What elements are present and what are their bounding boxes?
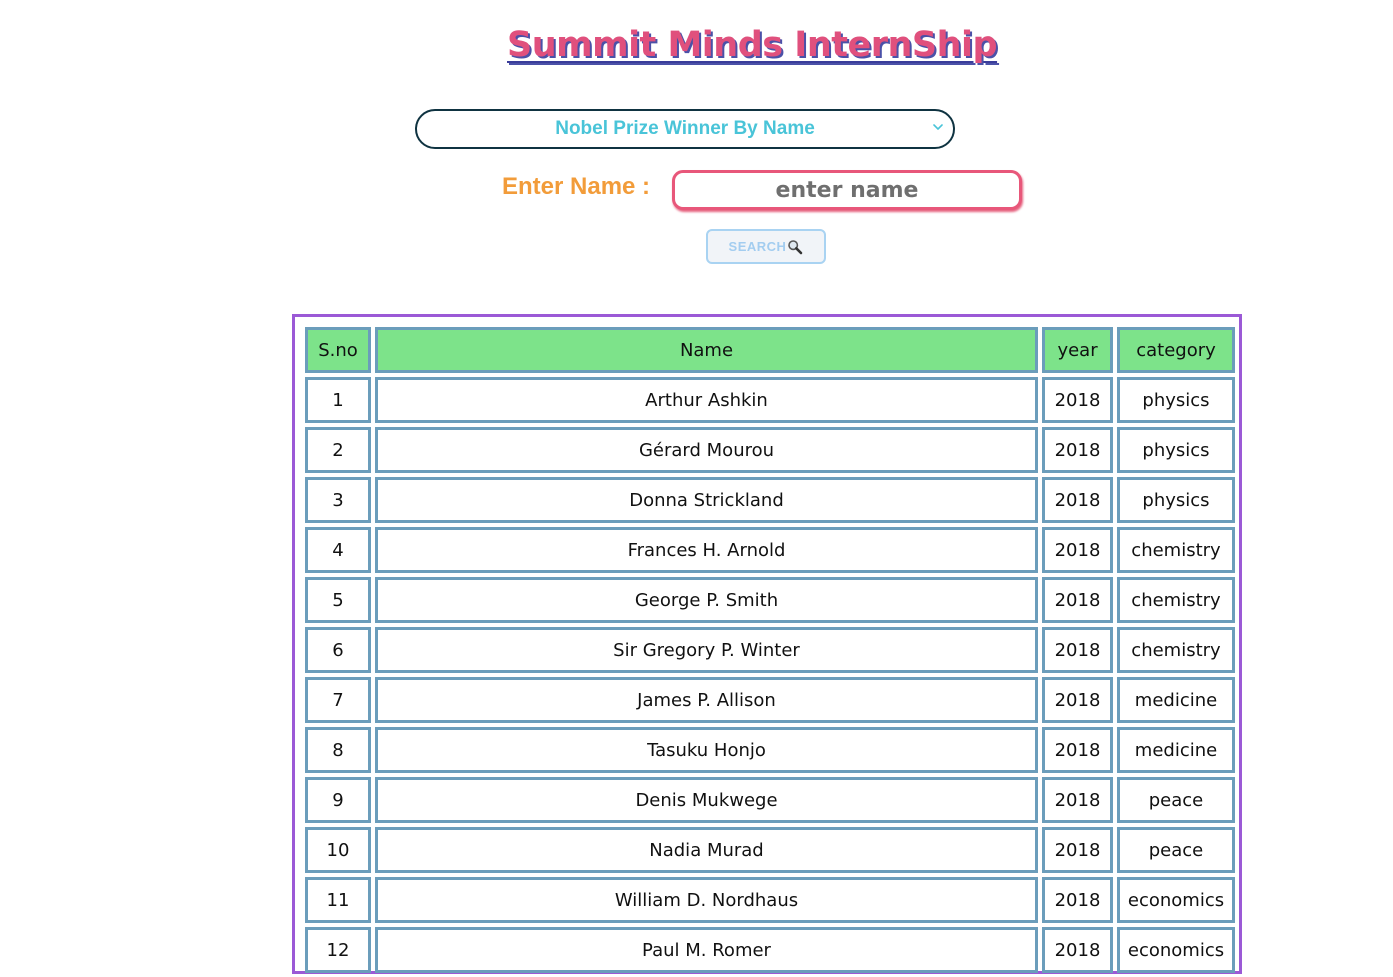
name-field-label: Enter Name : <box>502 173 651 200</box>
table-row: 11 William D. Nordhaus 2018 economics <box>305 877 1235 923</box>
cell-sno: 7 <box>305 677 371 723</box>
results-table: S.no Name year category 1 Arthur Ashkin 20… <box>301 323 1239 977</box>
search-button[interactable]: SEARCH <box>706 229 826 264</box>
cell-sno: 2 <box>305 427 371 473</box>
cell-name: James P. Allison <box>374 677 1039 723</box>
column-header-sno: S.no <box>305 327 371 373</box>
cell-name: Denis Mukwege <box>374 777 1039 823</box>
cell-category: economics <box>1117 877 1235 923</box>
cell-category: medicine <box>1117 677 1235 723</box>
cell-sno: 3 <box>305 477 371 523</box>
table-row: 7 James P. Allison 2018 medicine <box>305 677 1235 723</box>
table-row: 6 Sir Gregory P. Winter 2018 chemistry <box>305 627 1235 673</box>
cell-name: Donna Strickland <box>374 477 1039 523</box>
table-row: 5 George P. Smith 2018 chemistry <box>305 577 1235 623</box>
cell-category: chemistry <box>1117 627 1235 673</box>
table-row: 1 Arthur Ashkin 2018 physics <box>305 377 1235 423</box>
cell-year: 2018 <box>1042 727 1113 773</box>
cell-year: 2018 <box>1042 527 1113 573</box>
cell-sno: 8 <box>305 727 371 773</box>
cell-name: George P. Smith <box>374 577 1039 623</box>
cell-name: Paul M. Romer <box>374 927 1039 973</box>
cell-sno: 9 <box>305 777 371 823</box>
cell-year: 2018 <box>1042 677 1113 723</box>
chevron-down-icon <box>933 124 943 130</box>
cell-year: 2018 <box>1042 377 1113 423</box>
page-title: Summit Minds InternShip <box>507 25 998 65</box>
table-row: 10 Nadia Murad 2018 peace <box>305 827 1235 873</box>
cell-name: Tasuku Honjo <box>374 727 1039 773</box>
search-button-label: SEARCH <box>728 239 787 254</box>
cell-year: 2018 <box>1042 627 1113 673</box>
cell-year: 2018 <box>1042 877 1113 923</box>
cell-year: 2018 <box>1042 927 1113 973</box>
cell-name: Arthur Ashkin <box>374 377 1039 423</box>
table-row: 12 Paul M. Romer 2018 economics <box>305 927 1235 973</box>
column-header-name: Name <box>374 327 1039 373</box>
cell-category: chemistry <box>1117 527 1235 573</box>
cell-sno: 6 <box>305 627 371 673</box>
table-header-row: S.no Name year category <box>305 327 1235 373</box>
table-row: 3 Donna Strickland 2018 physics <box>305 477 1235 523</box>
cell-name: Frances H. Arnold <box>374 527 1039 573</box>
column-header-year: year <box>1042 327 1113 373</box>
cell-sno: 5 <box>305 577 371 623</box>
cell-name: William D. Nordhaus <box>374 877 1039 923</box>
cell-category: physics <box>1117 427 1235 473</box>
table-row: 4 Frances H. Arnold 2018 chemistry <box>305 527 1235 573</box>
cell-name: Nadia Murad <box>374 827 1039 873</box>
search-type-selected: Nobel Prize Winner By Name <box>555 118 815 139</box>
cell-year: 2018 <box>1042 777 1113 823</box>
name-input[interactable] <box>672 170 1022 210</box>
cell-category: physics <box>1117 377 1235 423</box>
cell-year: 2018 <box>1042 427 1113 473</box>
cell-category: medicine <box>1117 727 1235 773</box>
cell-sno: 12 <box>305 927 371 973</box>
cell-category: peace <box>1117 777 1235 823</box>
cell-year: 2018 <box>1042 827 1113 873</box>
cell-category: chemistry <box>1117 577 1235 623</box>
cell-category: economics <box>1117 927 1235 973</box>
cell-sno: 11 <box>305 877 371 923</box>
table-row: 9 Denis Mukwege 2018 peace <box>305 777 1235 823</box>
table-row: 8 Tasuku Honjo 2018 medicine <box>305 727 1235 773</box>
cell-year: 2018 <box>1042 577 1113 623</box>
cell-year: 2018 <box>1042 477 1113 523</box>
cell-name: Sir Gregory P. Winter <box>374 627 1039 673</box>
column-header-category: category <box>1117 327 1235 373</box>
cell-category: peace <box>1117 827 1235 873</box>
results-table-frame: S.no Name year category 1 Arthur Ashkin 20… <box>292 314 1242 974</box>
cell-category: physics <box>1117 477 1235 523</box>
cell-sno: 4 <box>305 527 371 573</box>
search-type-select[interactable]: Nobel Prize Winner By Name <box>415 109 955 149</box>
magnifier-icon <box>788 239 803 254</box>
cell-name: Gérard Mourou <box>374 427 1039 473</box>
cell-sno: 10 <box>305 827 371 873</box>
cell-sno: 1 <box>305 377 371 423</box>
table-row: 2 Gérard Mourou 2018 physics <box>305 427 1235 473</box>
